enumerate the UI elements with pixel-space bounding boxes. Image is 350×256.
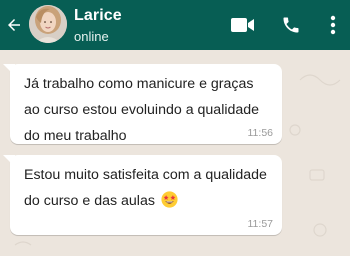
message-text: Estou muito satisfeita com a qualidade d… (24, 167, 267, 209)
bubble-tail (3, 155, 15, 167)
contact-status: online (74, 29, 109, 44)
message-time: 11:57 (247, 218, 274, 230)
more-vert-icon (330, 15, 336, 35)
contact-name[interactable]: Larice (74, 7, 122, 25)
video-call-button[interactable] (229, 13, 257, 37)
avatar-photo (29, 5, 67, 43)
bubble-tail (3, 64, 15, 76)
more-options-button[interactable] (326, 13, 340, 37)
video-call-icon (231, 18, 254, 32)
contact-avatar[interactable] (29, 5, 67, 43)
message-bubble[interactable]: Já trabalho como manicure e graças ao cu… (3, 64, 282, 144)
back-button[interactable] (4, 13, 24, 37)
message-text-wrap: Estou muito satisfeita com a qualidade d… (24, 162, 268, 214)
chat-screen: Larice online Já trabalho como manicure … (0, 0, 350, 256)
star-struck-emoji-icon (161, 191, 178, 208)
back-arrow-icon (8, 19, 20, 31)
message-time: 11:56 (247, 127, 274, 139)
voice-call-button[interactable] (279, 13, 303, 37)
phone-icon (283, 17, 299, 33)
message-bubble[interactable]: Estou muito satisfeita com a qualidade d… (3, 155, 282, 235)
message-text: Já trabalho como manicure e graças ao cu… (24, 76, 260, 144)
chat-header: Larice online (0, 0, 350, 50)
